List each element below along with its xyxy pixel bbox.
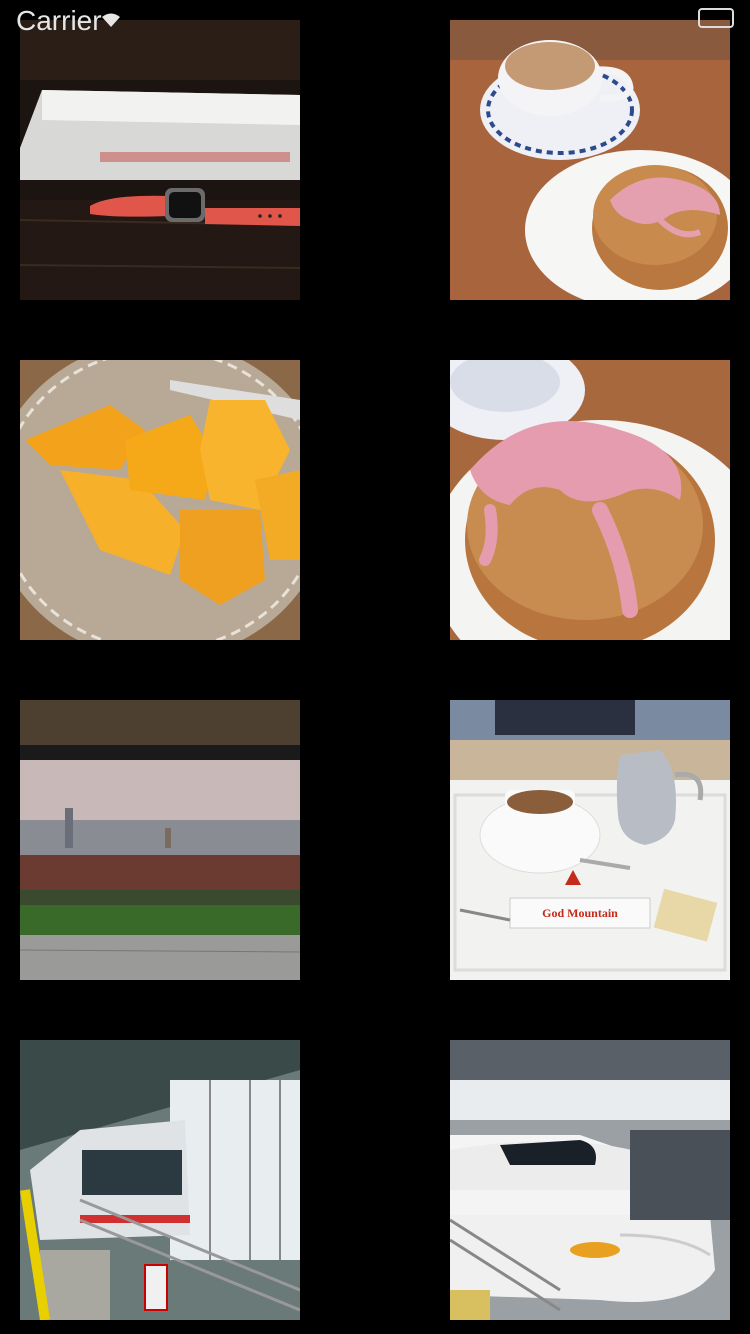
photo-monorail[interactable] [20, 1040, 300, 1320]
photo-bullet-train[interactable] [450, 1040, 730, 1320]
status-bar: Carrier [0, 0, 750, 40]
photo-mango[interactable] [20, 360, 300, 640]
photo-watch-box[interactable] [20, 20, 300, 300]
carrier-label: Carrier [16, 5, 102, 36]
photo-grid-screen: God Mountain Carrier [0, 0, 750, 1334]
photo-coffee-tray[interactable]: God Mountain [450, 700, 730, 980]
brand-label: God Mountain [542, 906, 618, 920]
photo-monorail-image [20, 1040, 300, 1320]
photo-grid: God Mountain [0, 0, 750, 1334]
photo-watch-box-image [20, 20, 300, 300]
wifi-icon [102, 13, 120, 27]
photo-coffee-tray-image: God Mountain [450, 700, 730, 980]
photo-city-view-image [20, 700, 300, 980]
photo-coffee-cream-puff[interactable] [450, 20, 730, 300]
photo-mango-image [20, 360, 300, 640]
photo-coffee-cream-puff-image [450, 20, 730, 300]
photo-city-view[interactable] [20, 700, 300, 980]
battery-icon [698, 8, 734, 28]
photo-bullet-train-image [450, 1040, 730, 1320]
photo-cream-puff-closeup-image [450, 360, 730, 640]
photo-cream-puff-closeup[interactable] [450, 360, 730, 640]
